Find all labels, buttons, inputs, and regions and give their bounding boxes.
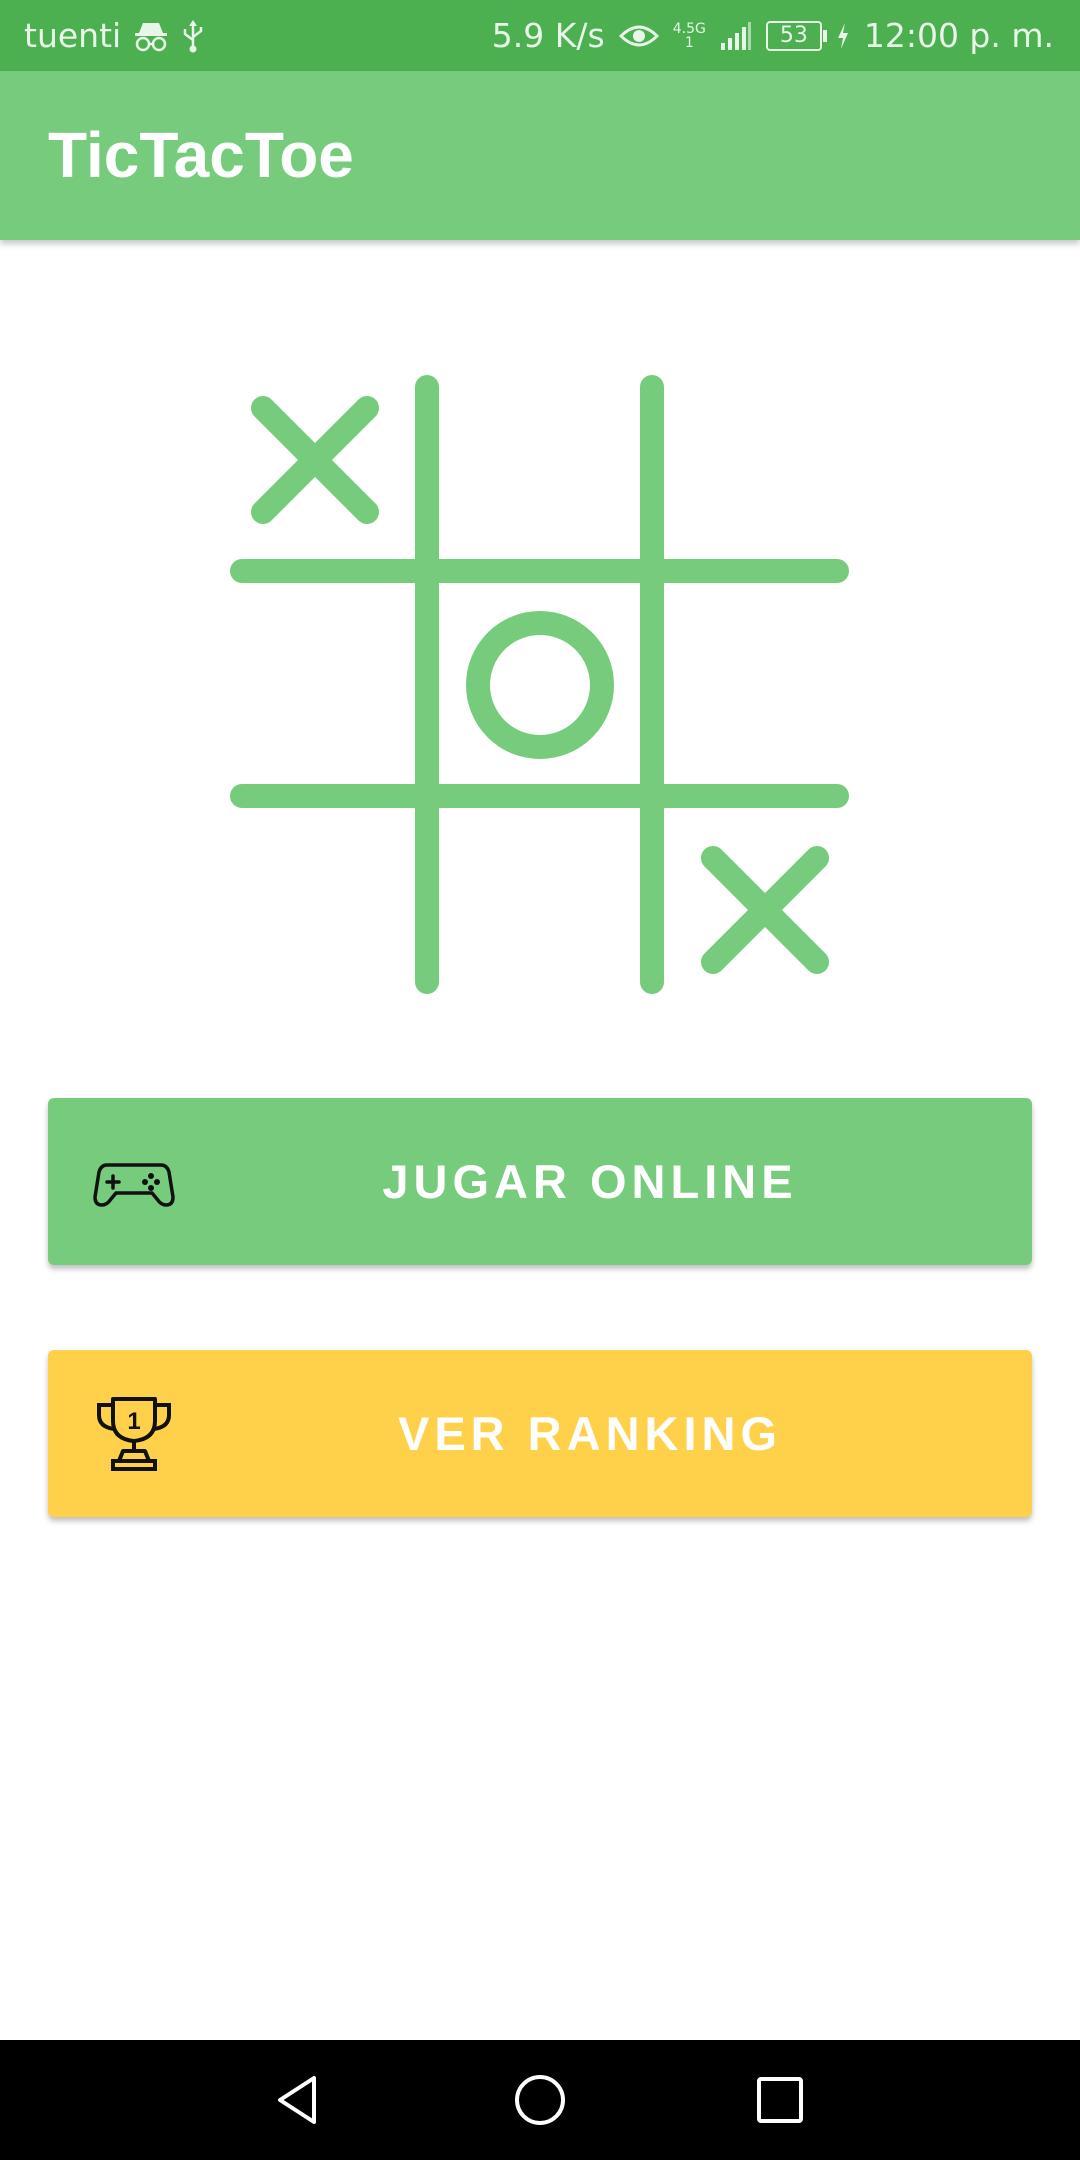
tic-tac-toe-board <box>230 375 849 994</box>
navigation-bar <box>0 2040 1080 2160</box>
back-triangle-icon[interactable] <box>270 2070 330 2130</box>
play-online-label: JUGAR ONLINE <box>382 1155 798 1208</box>
o-mark <box>466 611 614 759</box>
clock: 12:00 p. m. <box>863 16 1054 55</box>
x-mark <box>251 396 379 524</box>
usb-icon <box>181 18 205 54</box>
incognito-icon <box>133 19 169 53</box>
eye-icon <box>618 22 659 50</box>
view-ranking-button[interactable]: 1 VER RANKING <box>48 1350 1032 1517</box>
trophy-number: 1 <box>127 1408 140 1435</box>
app-title: TicTacToe <box>48 119 354 191</box>
net-speed: 5.9 K/s <box>491 16 605 55</box>
home-circle-icon[interactable] <box>510 2070 570 2130</box>
battery-level: 53 <box>779 23 808 48</box>
x-mark <box>701 846 829 974</box>
status-bar: tuenti 5.9 K/s 4.5G 1 53 12:00 p. m. <box>0 0 1080 71</box>
app-bar: TicTacToe <box>0 71 1080 240</box>
status-right: 5.9 K/s 4.5G 1 53 12:00 p. m. <box>492 0 1054 71</box>
battery-icon: 53 <box>765 20 827 51</box>
view-ranking-label: VER RANKING <box>397 1407 783 1460</box>
network-type: 4.5G 1 <box>672 20 706 51</box>
recent-square-icon[interactable] <box>750 2070 810 2130</box>
status-left: tuenti <box>24 0 205 71</box>
play-online-button[interactable]: JUGAR ONLINE <box>48 1098 1032 1265</box>
signal-icon <box>720 21 752 51</box>
carrier-name: tuenti <box>24 16 122 55</box>
charging-icon <box>836 22 850 50</box>
